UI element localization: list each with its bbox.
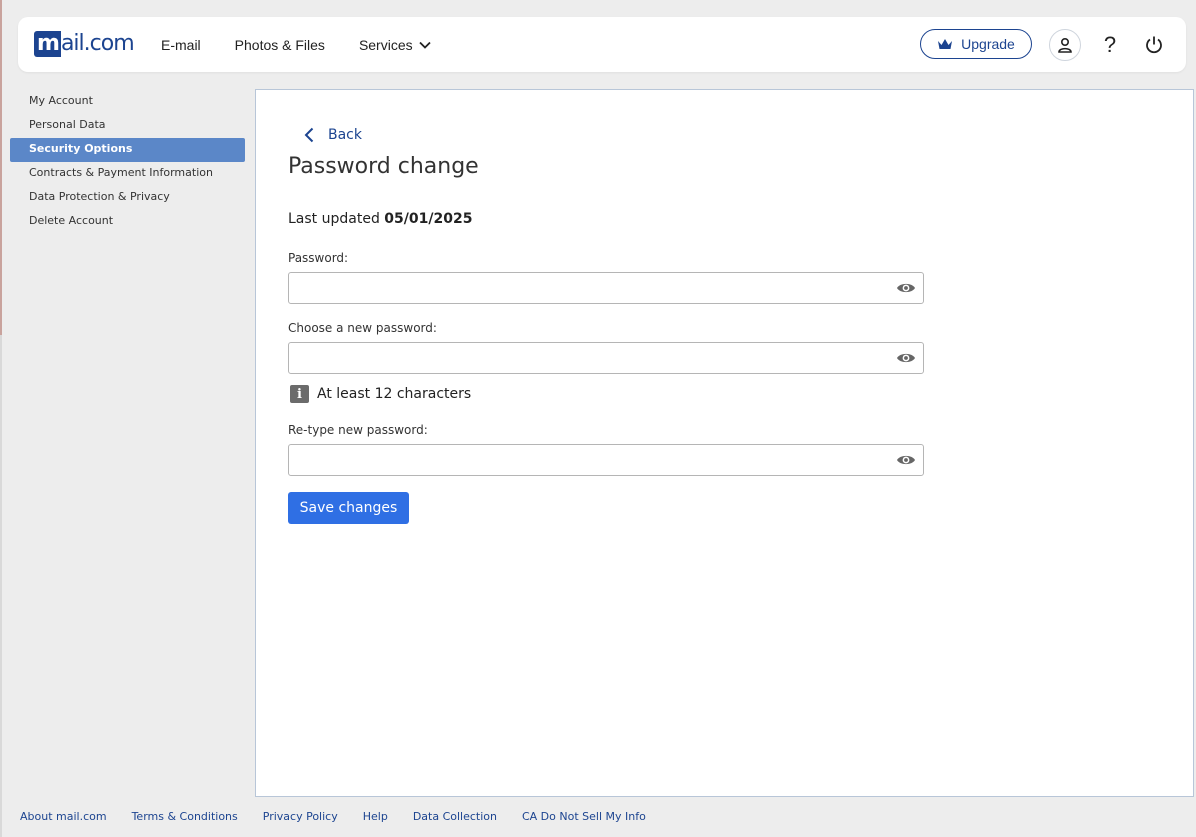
- footer-link-about[interactable]: About mail.com: [20, 810, 107, 823]
- last-updated-value: 05/01/2025: [384, 211, 473, 227]
- nav-item-services[interactable]: Services: [359, 37, 431, 53]
- upgrade-button[interactable]: Upgrade: [920, 29, 1032, 59]
- logo-text: ail.com: [60, 31, 135, 56]
- save-changes-button[interactable]: Save changes: [288, 492, 409, 524]
- show-retype-password-toggle[interactable]: [895, 450, 917, 470]
- mailcom-logo[interactable]: m ail.com: [34, 30, 135, 58]
- nav-item-label: Photos & Files: [234, 36, 325, 53]
- show-new-password-toggle[interactable]: [895, 348, 917, 368]
- sidebar-item-delete-account[interactable]: Delete Account: [10, 210, 245, 234]
- retype-password-label: Re-type new password:: [288, 423, 428, 437]
- password-hint-text: At least 12 characters: [317, 386, 472, 402]
- back-link[interactable]: Back: [304, 127, 362, 143]
- footer-link-terms[interactable]: Terms & Conditions: [132, 810, 238, 823]
- footer-link-help[interactable]: Help: [363, 810, 388, 823]
- eye-icon: [897, 455, 915, 465]
- sidebar: My Account Personal Data Security Option…: [10, 90, 245, 234]
- info-icon: i: [290, 385, 309, 403]
- sidebar-item-security-options[interactable]: Security Options: [10, 138, 245, 162]
- chevron-down-icon: [418, 41, 431, 49]
- chevron-left-icon: [304, 127, 314, 143]
- footer-link-privacy[interactable]: Privacy Policy: [263, 810, 338, 823]
- account-button[interactable]: [1049, 29, 1081, 61]
- footer: About mail.com Terms & Conditions Privac…: [20, 810, 646, 823]
- footer-link-ca-do-not-sell[interactable]: CA Do Not Sell My Info: [522, 810, 646, 823]
- password-hint: i At least 12 characters: [290, 385, 471, 403]
- top-header: m ail.com E-mail Photos & Files Services …: [18, 17, 1186, 72]
- help-icon: ?: [1103, 32, 1117, 57]
- new-password-input[interactable]: [289, 343, 895, 373]
- window-edge: [0, 0, 2, 837]
- help-button[interactable]: ?: [1094, 29, 1126, 61]
- sidebar-item-data-protection[interactable]: Data Protection & Privacy: [10, 186, 245, 210]
- power-icon: [1146, 36, 1162, 54]
- nav-item-label: Services: [358, 36, 413, 53]
- main-panel: Back Password change Last updated 05/01/…: [255, 89, 1194, 797]
- sidebar-item-personal-data[interactable]: Personal Data: [10, 114, 245, 138]
- show-password-toggle[interactable]: [895, 278, 917, 298]
- password-label: Password:: [288, 251, 349, 265]
- new-password-field: [288, 342, 924, 374]
- footer-link-data-collection[interactable]: Data Collection: [413, 810, 497, 823]
- nav-item-label: E-mail: [161, 36, 201, 53]
- new-password-label: Choose a new password:: [288, 321, 437, 335]
- password-field: [288, 272, 924, 304]
- retype-password-input[interactable]: [289, 445, 895, 475]
- back-label: Back: [328, 127, 362, 143]
- sidebar-item-my-account[interactable]: My Account: [10, 90, 245, 114]
- upgrade-label: Upgrade: [961, 36, 1015, 52]
- eye-icon: [897, 353, 915, 363]
- user-icon: [1058, 37, 1072, 53]
- nav-item-photos-files[interactable]: Photos & Files: [235, 37, 325, 53]
- main-nav: E-mail Photos & Files Services: [161, 17, 431, 72]
- last-updated-label: Last updated: [288, 211, 380, 227]
- logo-m: m: [34, 31, 61, 57]
- last-updated: Last updated 05/01/2025: [288, 211, 472, 227]
- eye-icon: [897, 283, 915, 293]
- sidebar-item-contracts-payment[interactable]: Contracts & Payment Information: [10, 162, 245, 186]
- page-title: Password change: [288, 154, 479, 179]
- window-edge-accent: [0, 0, 2, 335]
- retype-password-field: [288, 444, 924, 476]
- crown-icon: [938, 39, 953, 49]
- nav-item-email[interactable]: E-mail: [161, 37, 201, 53]
- logout-button[interactable]: [1138, 29, 1170, 61]
- password-input[interactable]: [289, 273, 895, 303]
